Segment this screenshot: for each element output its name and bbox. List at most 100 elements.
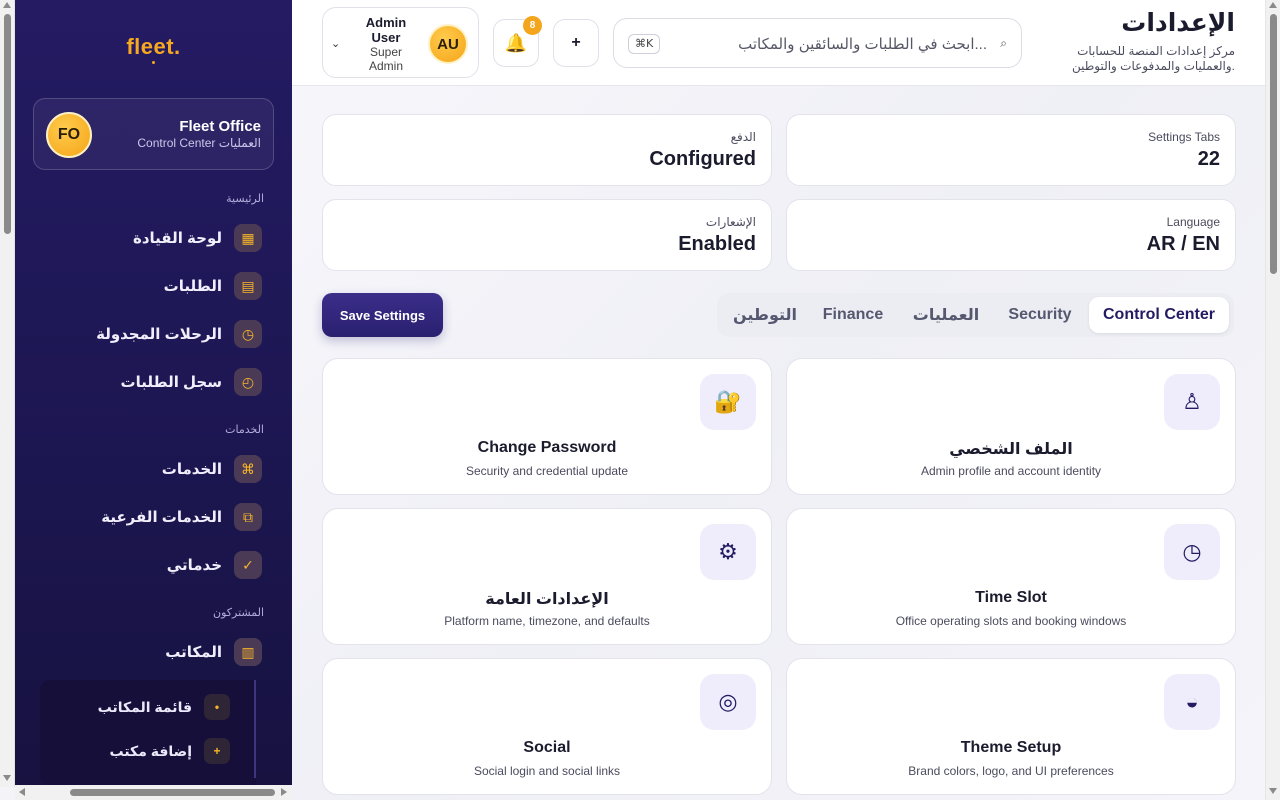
sidebar-item-services[interactable]: الخدمات ⌘: [162, 455, 262, 483]
user-role: Super Admin: [368, 45, 403, 73]
sidebar-item-label: الخدمات: [161, 461, 222, 478]
settings-card-theme[interactable]: ◒ Theme Setup Brand colors, logo, and UI…: [786, 658, 1236, 795]
card-description: Social login and social links: [473, 764, 621, 778]
scroll-up-arrow[interactable]: [3, 2, 11, 8]
subnav-item-label: إضافة مكتب: [109, 742, 192, 759]
scroll-thumb[interactable]: [1270, 14, 1277, 274]
building-icon: ▥: [234, 638, 262, 666]
stat-label: الدفع: [730, 130, 756, 144]
user-menu[interactable]: AU Admin User Super Admin ⌄: [322, 7, 479, 78]
sidebar-scrollbar[interactable]: [0, 0, 15, 787]
page-subtitle: مركز إعدادات المنصة للحسابات والعمليات و…: [1071, 44, 1235, 73]
sidebar-item-label: الطلبات: [163, 278, 222, 295]
sidebar-item-my-services[interactable]: خدماتي ✓: [167, 551, 262, 579]
office-name: Fleet Office: [179, 118, 261, 135]
search-placeholder: ابحث في الطلبات والسائقين والمكاتب...: [738, 36, 987, 53]
tab-finance[interactable]: Finance: [809, 297, 897, 333]
scroll-right-arrow[interactable]: [281, 788, 287, 796]
plus-icon: +: [204, 738, 230, 764]
sidebar-item-order-history[interactable]: سجل الطلبات ◴: [121, 368, 262, 396]
stat-label: الإشعارات: [705, 215, 756, 229]
notification-count-badge: 8: [523, 16, 542, 35]
sidebar-item-label: لوحة القيادة: [133, 230, 222, 247]
card-title: Social: [523, 739, 571, 756]
settings-card-social[interactable]: ◎ Social Social login and social links: [322, 658, 772, 795]
sidebar-item-scheduled-trips[interactable]: الرحلات المجدولة ◷: [96, 320, 262, 348]
stat-value: Configured: [649, 148, 756, 170]
page-scrollbar[interactable]: [1265, 0, 1280, 800]
stat-value: Enabled: [678, 233, 756, 255]
settings-card-change-password[interactable]: 🔐 Change Password Security and credentia…: [322, 358, 772, 495]
stat-label: Settings Tabs: [1148, 130, 1220, 144]
card-title: Time Slot: [975, 589, 1047, 606]
scroll-thumb[interactable]: [70, 789, 275, 796]
tab-security[interactable]: Security: [995, 297, 1085, 333]
card-description: Office operating slots and booking windo…: [895, 614, 1127, 628]
stat-value: AR / EN: [1146, 233, 1220, 255]
sidebar-item-label: سجل الطلبات: [120, 374, 222, 391]
top-bar: الإعدادات مركز إعدادات المنصة للحسابات و…: [292, 0, 1265, 86]
stat-card-payment: الدفع Configured: [322, 114, 772, 186]
sidebar-item-orders[interactable]: الطلبات ▤: [164, 272, 262, 300]
sidebar-item-dashboard[interactable]: لوحة القيادة ▦: [133, 224, 262, 252]
subnav-item-add-office[interactable]: إضافة مكتب +: [110, 738, 230, 764]
social-icon: ◎: [700, 674, 756, 730]
card-title: Change Password: [477, 439, 617, 456]
card-description: Admin profile and account identity: [920, 464, 1102, 478]
scroll-left-arrow[interactable]: [19, 788, 25, 796]
save-settings-button[interactable]: Save Settings: [322, 293, 443, 337]
user-name: Admin User: [365, 15, 407, 45]
scroll-down-arrow[interactable]: [3, 775, 11, 781]
settings-tabs: Control Center Security العمليات Finance…: [717, 293, 1234, 337]
section-label-main: الرئيسية: [226, 193, 264, 205]
scroll-up-arrow[interactable]: [1269, 2, 1277, 8]
sidebar-item-offices[interactable]: المكاتب ▥: [165, 638, 262, 666]
orders-icon: ▤: [234, 272, 262, 300]
theme-icon: ◒: [1164, 674, 1220, 730]
office-subtitle: Control Center العمليات: [137, 136, 261, 150]
dot-icon: •: [204, 694, 230, 720]
offices-submenu: قائمة المكاتب • إضافة مكتب +: [40, 680, 256, 785]
lock-icon: 🔐: [700, 374, 756, 430]
copy-icon: ⧉: [234, 503, 262, 531]
sidebar: fleet. FO Fleet Office Control Center ال…: [15, 0, 292, 785]
sidebar-item-label: المكاتب: [165, 644, 222, 661]
stat-card-notifications: الإشعارات Enabled: [322, 199, 772, 271]
card-title: الإعدادات العامة: [485, 591, 609, 608]
office-card[interactable]: FO Fleet Office Control Center العمليات: [33, 98, 274, 170]
subnav-item-label: قائمة المكاتب: [97, 698, 192, 715]
sidebar-horizontal-scrollbar[interactable]: [15, 785, 292, 800]
scroll-down-arrow[interactable]: [1269, 788, 1277, 794]
search-input[interactable]: ⌘K ابحث في الطلبات والسائقين والمكاتب...…: [613, 18, 1022, 68]
sidebar-item-sub-services[interactable]: الخدمات الفرعية ⧉: [101, 503, 262, 531]
tab-operations[interactable]: العمليات: [901, 297, 991, 333]
tab-control-center[interactable]: Control Center: [1089, 297, 1229, 333]
section-label-services: الخدمات: [225, 424, 264, 436]
bell-icon: 🔔: [504, 32, 528, 53]
add-button[interactable]: +: [553, 19, 599, 67]
dashboard-icon: ▦: [234, 224, 262, 252]
settings-card-profile[interactable]: ♙ الملف الشخصي Admin profile and account…: [786, 358, 1236, 495]
settings-card-time-slot[interactable]: ◷ Time Slot Office operating slots and b…: [786, 508, 1236, 645]
clock-icon: ◷: [1164, 524, 1220, 580]
subnav-item-offices-list[interactable]: قائمة المكاتب •: [98, 694, 230, 720]
card-title: الملف الشخصي: [949, 441, 1073, 458]
tab-localization[interactable]: التوطين: [723, 297, 807, 333]
submenu-rail: [254, 680, 256, 778]
history-icon: ◴: [234, 368, 262, 396]
card-description: Security and credential update: [465, 464, 629, 478]
stat-card-settings-tabs: Settings Tabs 22: [786, 114, 1236, 186]
card-description: Brand colors, logo, and UI preferences: [908, 764, 1114, 778]
sidebar-item-label: خدماتي: [166, 557, 222, 574]
user-avatar: AU: [428, 24, 468, 64]
stat-value: 22: [1197, 148, 1220, 170]
sidebar-item-label: الرحلات المجدولة: [96, 326, 222, 343]
card-description: Platform name, timezone, and defaults: [444, 614, 650, 628]
section-label-subscribers: المشتركون: [213, 607, 264, 619]
settings-card-general[interactable]: ⚙ الإعدادات العامة Platform name, timezo…: [322, 508, 772, 645]
app-logo[interactable]: fleet.: [15, 34, 292, 64]
scroll-thumb[interactable]: [4, 14, 11, 234]
main-content: الإعدادات مركز إعدادات المنصة للحسابات و…: [292, 0, 1265, 800]
chevron-down-icon: ⌄: [331, 38, 341, 50]
user-icon: ♙: [1164, 374, 1220, 430]
